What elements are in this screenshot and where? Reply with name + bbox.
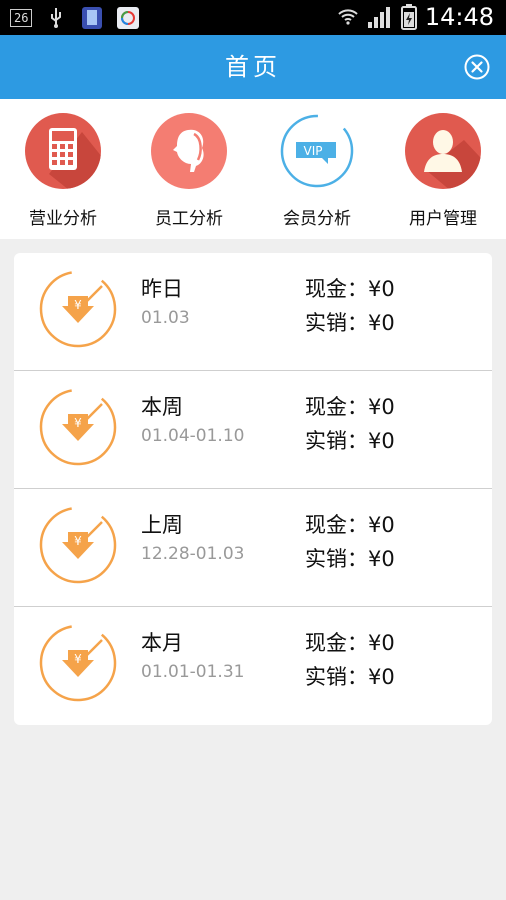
revenue-icon: ¥ xyxy=(39,624,117,702)
period-title: 本周 xyxy=(141,395,183,419)
battery-icon xyxy=(400,4,417,30)
period-title: 昨日 xyxy=(141,277,183,301)
app-store-icon xyxy=(117,7,140,29)
sales-amount: 实销：¥0 xyxy=(305,429,395,453)
summary-row-yesterday[interactable]: ¥ 昨日 01.03 现金：¥0 实销：¥0 xyxy=(14,253,492,371)
vip-badge-text: VIP xyxy=(304,144,323,158)
menu-item-business-analysis[interactable]: 营业分析 xyxy=(8,112,118,229)
signal-icon xyxy=(367,7,390,28)
sales-amount: 实销：¥0 xyxy=(305,311,395,335)
menu-label: 用户管理 xyxy=(409,209,477,229)
status-bar: 26 14:48 xyxy=(0,0,506,35)
phone-icon xyxy=(82,7,103,29)
user-icon xyxy=(405,113,481,189)
period-title: 上周 xyxy=(141,513,183,537)
sales-amount: 实销：¥0 xyxy=(305,665,395,689)
notification-count-badge: 26 xyxy=(10,9,33,27)
vip-icon: VIP xyxy=(280,114,354,188)
cash-amount: 现金：¥0 xyxy=(305,277,395,301)
page-title: 首页 xyxy=(225,53,281,81)
summary-card: ¥ 昨日 01.03 现金：¥0 实销：¥0 ¥ 本周 01.04-01.10 … xyxy=(14,253,492,725)
calculator-icon xyxy=(25,113,101,189)
wifi-icon xyxy=(338,9,358,25)
menu-item-member-analysis[interactable]: VIP 会员分析 xyxy=(262,112,372,229)
revenue-icon: ¥ xyxy=(39,270,117,348)
period-title: 本月 xyxy=(141,631,183,655)
svg-text:¥: ¥ xyxy=(74,298,82,312)
app-header: 首页 xyxy=(0,35,506,99)
cash-amount: 现金：¥0 xyxy=(305,631,395,655)
status-time: 14:48 xyxy=(424,3,494,31)
period-date: 01.03 xyxy=(141,308,190,328)
summary-row-this-month[interactable]: ¥ 本月 01.01-01.31 现金：¥0 实销：¥0 xyxy=(14,606,492,724)
revenue-icon: ¥ xyxy=(39,506,117,584)
menu-item-user-management[interactable]: 用户管理 xyxy=(388,112,498,229)
svg-text:¥: ¥ xyxy=(74,652,82,666)
period-date: 01.01-01.31 xyxy=(141,662,245,682)
cash-amount: 现金：¥0 xyxy=(305,395,395,419)
close-icon[interactable] xyxy=(464,54,490,80)
menu-label: 营业分析 xyxy=(29,209,97,229)
menu-item-employee-analysis[interactable]: 员工分析 xyxy=(134,112,244,229)
status-bar-left: 26 xyxy=(10,6,140,30)
cash-amount: 现金：¥0 xyxy=(305,513,395,537)
svg-text:¥: ¥ xyxy=(74,416,82,430)
revenue-icon: ¥ xyxy=(39,388,117,466)
menu-label: 会员分析 xyxy=(283,209,351,229)
summary-row-this-week[interactable]: ¥ 本周 01.04-01.10 现金：¥0 实销：¥0 xyxy=(14,370,492,488)
svg-text:¥: ¥ xyxy=(74,534,82,548)
shortcut-menu: 营业分析 员工分析 VIP 会员分析 用户管理 xyxy=(0,99,506,239)
employee-icon xyxy=(151,113,227,189)
status-bar-right: 14:48 xyxy=(337,3,494,31)
period-date: 01.04-01.10 xyxy=(141,426,245,446)
menu-label: 员工分析 xyxy=(155,209,223,229)
sales-amount: 实销：¥0 xyxy=(305,547,395,571)
usb-icon xyxy=(51,8,62,28)
summary-row-last-week[interactable]: ¥ 上周 12.28-01.03 现金：¥0 实销：¥0 xyxy=(14,488,492,606)
period-date: 12.28-01.03 xyxy=(141,544,245,564)
